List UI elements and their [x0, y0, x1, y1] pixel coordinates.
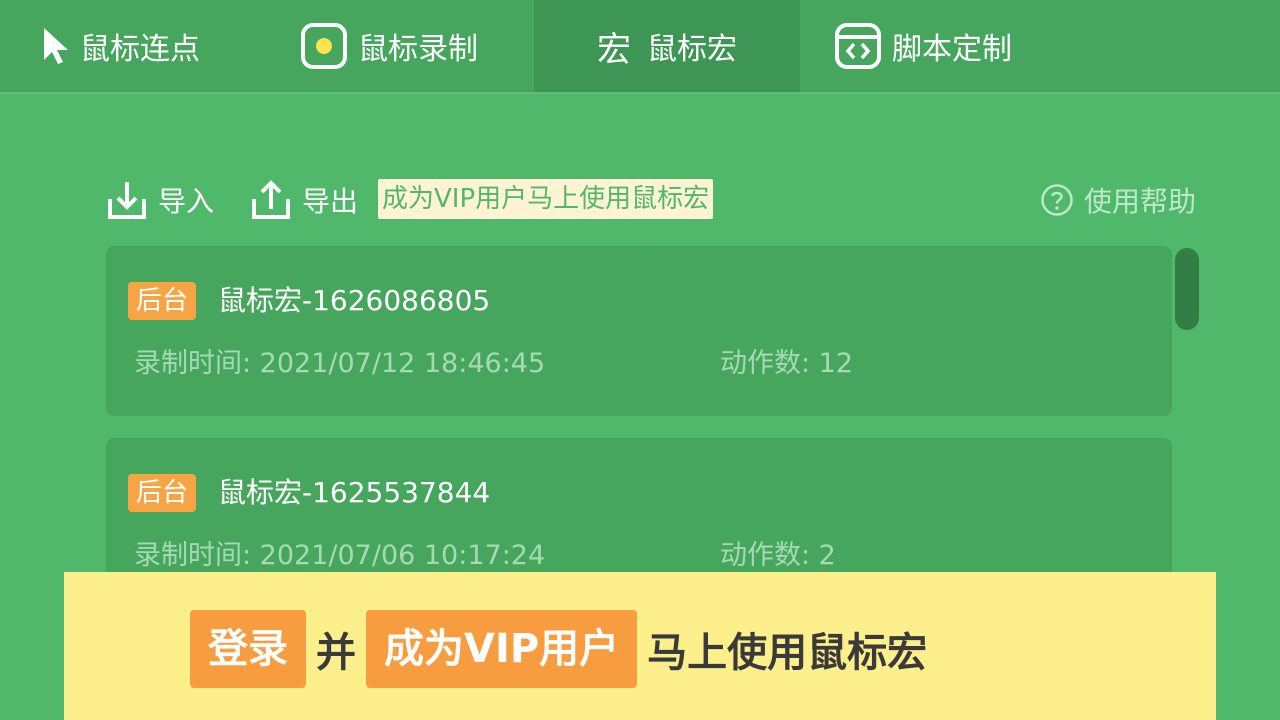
tab-mouse-click[interactable]: 鼠标连点 [40, 0, 240, 92]
banner-tail-text: 马上使用鼠标宏 [647, 630, 928, 676]
help-label: 使用帮助 [1083, 185, 1196, 218]
import-button[interactable]: 导入 [106, 176, 214, 224]
import-icon [106, 179, 148, 221]
banner-content: 登录 并 成为VIP用户 马上使用鼠标宏 [190, 610, 937, 688]
macro-list: 后台 鼠标宏-1626086805 录制时间: 2021/07/12 18:46… [106, 246, 1174, 572]
macro-icon: 宏 [597, 29, 631, 70]
tab-label: 鼠标宏 [647, 32, 737, 67]
macro-title: 鼠标宏-1625537844 [218, 476, 491, 509]
record-time: 录制时间: 2021/07/12 18:46:45 [134, 348, 546, 379]
list-scrollbar[interactable] [1175, 248, 1199, 330]
code-window-icon [834, 22, 882, 70]
tab-mouse-macro[interactable]: 宏 鼠标宏 [534, 0, 800, 92]
help-link[interactable]: 使用帮助 [1040, 176, 1196, 224]
login-button[interactable]: 登录 [190, 610, 306, 688]
action-count: 动作数: 2 [720, 540, 836, 571]
vip-hint-link[interactable]: 成为VIP用户马上使用鼠标宏 [378, 179, 714, 219]
export-label: 导出 [302, 185, 359, 218]
macro-title: 鼠标宏-1626086805 [218, 284, 491, 317]
tab-label: 鼠标录制 [358, 32, 478, 67]
export-button[interactable]: 导出 [250, 176, 358, 224]
tab-label: 脚本定制 [892, 32, 1012, 67]
tab-label: 鼠标连点 [80, 32, 200, 67]
tab-script-custom[interactable]: 脚本定制 [834, 0, 1054, 92]
action-count: 动作数: 12 [720, 348, 854, 379]
macro-item[interactable]: 后台 鼠标宏-1626086805 录制时间: 2021/07/12 18:46… [106, 246, 1172, 416]
background-badge: 后台 [128, 474, 197, 512]
import-label: 导入 [158, 185, 215, 218]
background-badge: 后台 [128, 282, 197, 320]
question-circle-icon [1040, 183, 1074, 217]
become-vip-button[interactable]: 成为VIP用户 [366, 610, 638, 688]
record-icon [300, 22, 348, 70]
cursor-icon [40, 26, 70, 66]
toolbar: 导入 导出 成为VIP用户马上使用鼠标宏 使用帮助 [106, 176, 1202, 224]
export-icon [250, 179, 292, 221]
vip-banner: 登录 并 成为VIP用户 马上使用鼠标宏 [64, 572, 1216, 720]
macro-item[interactable]: 后台 鼠标宏-1625537844 录制时间: 2021/07/06 10:17… [106, 438, 1172, 572]
tab-mouse-record[interactable]: 鼠标录制 [300, 0, 520, 92]
banner-and-text: 并 [316, 630, 356, 676]
record-time: 录制时间: 2021/07/06 10:17:24 [134, 540, 546, 571]
tab-bar: 鼠标连点 鼠标录制 宏 鼠标宏 脚本定制 [0, 0, 1280, 94]
